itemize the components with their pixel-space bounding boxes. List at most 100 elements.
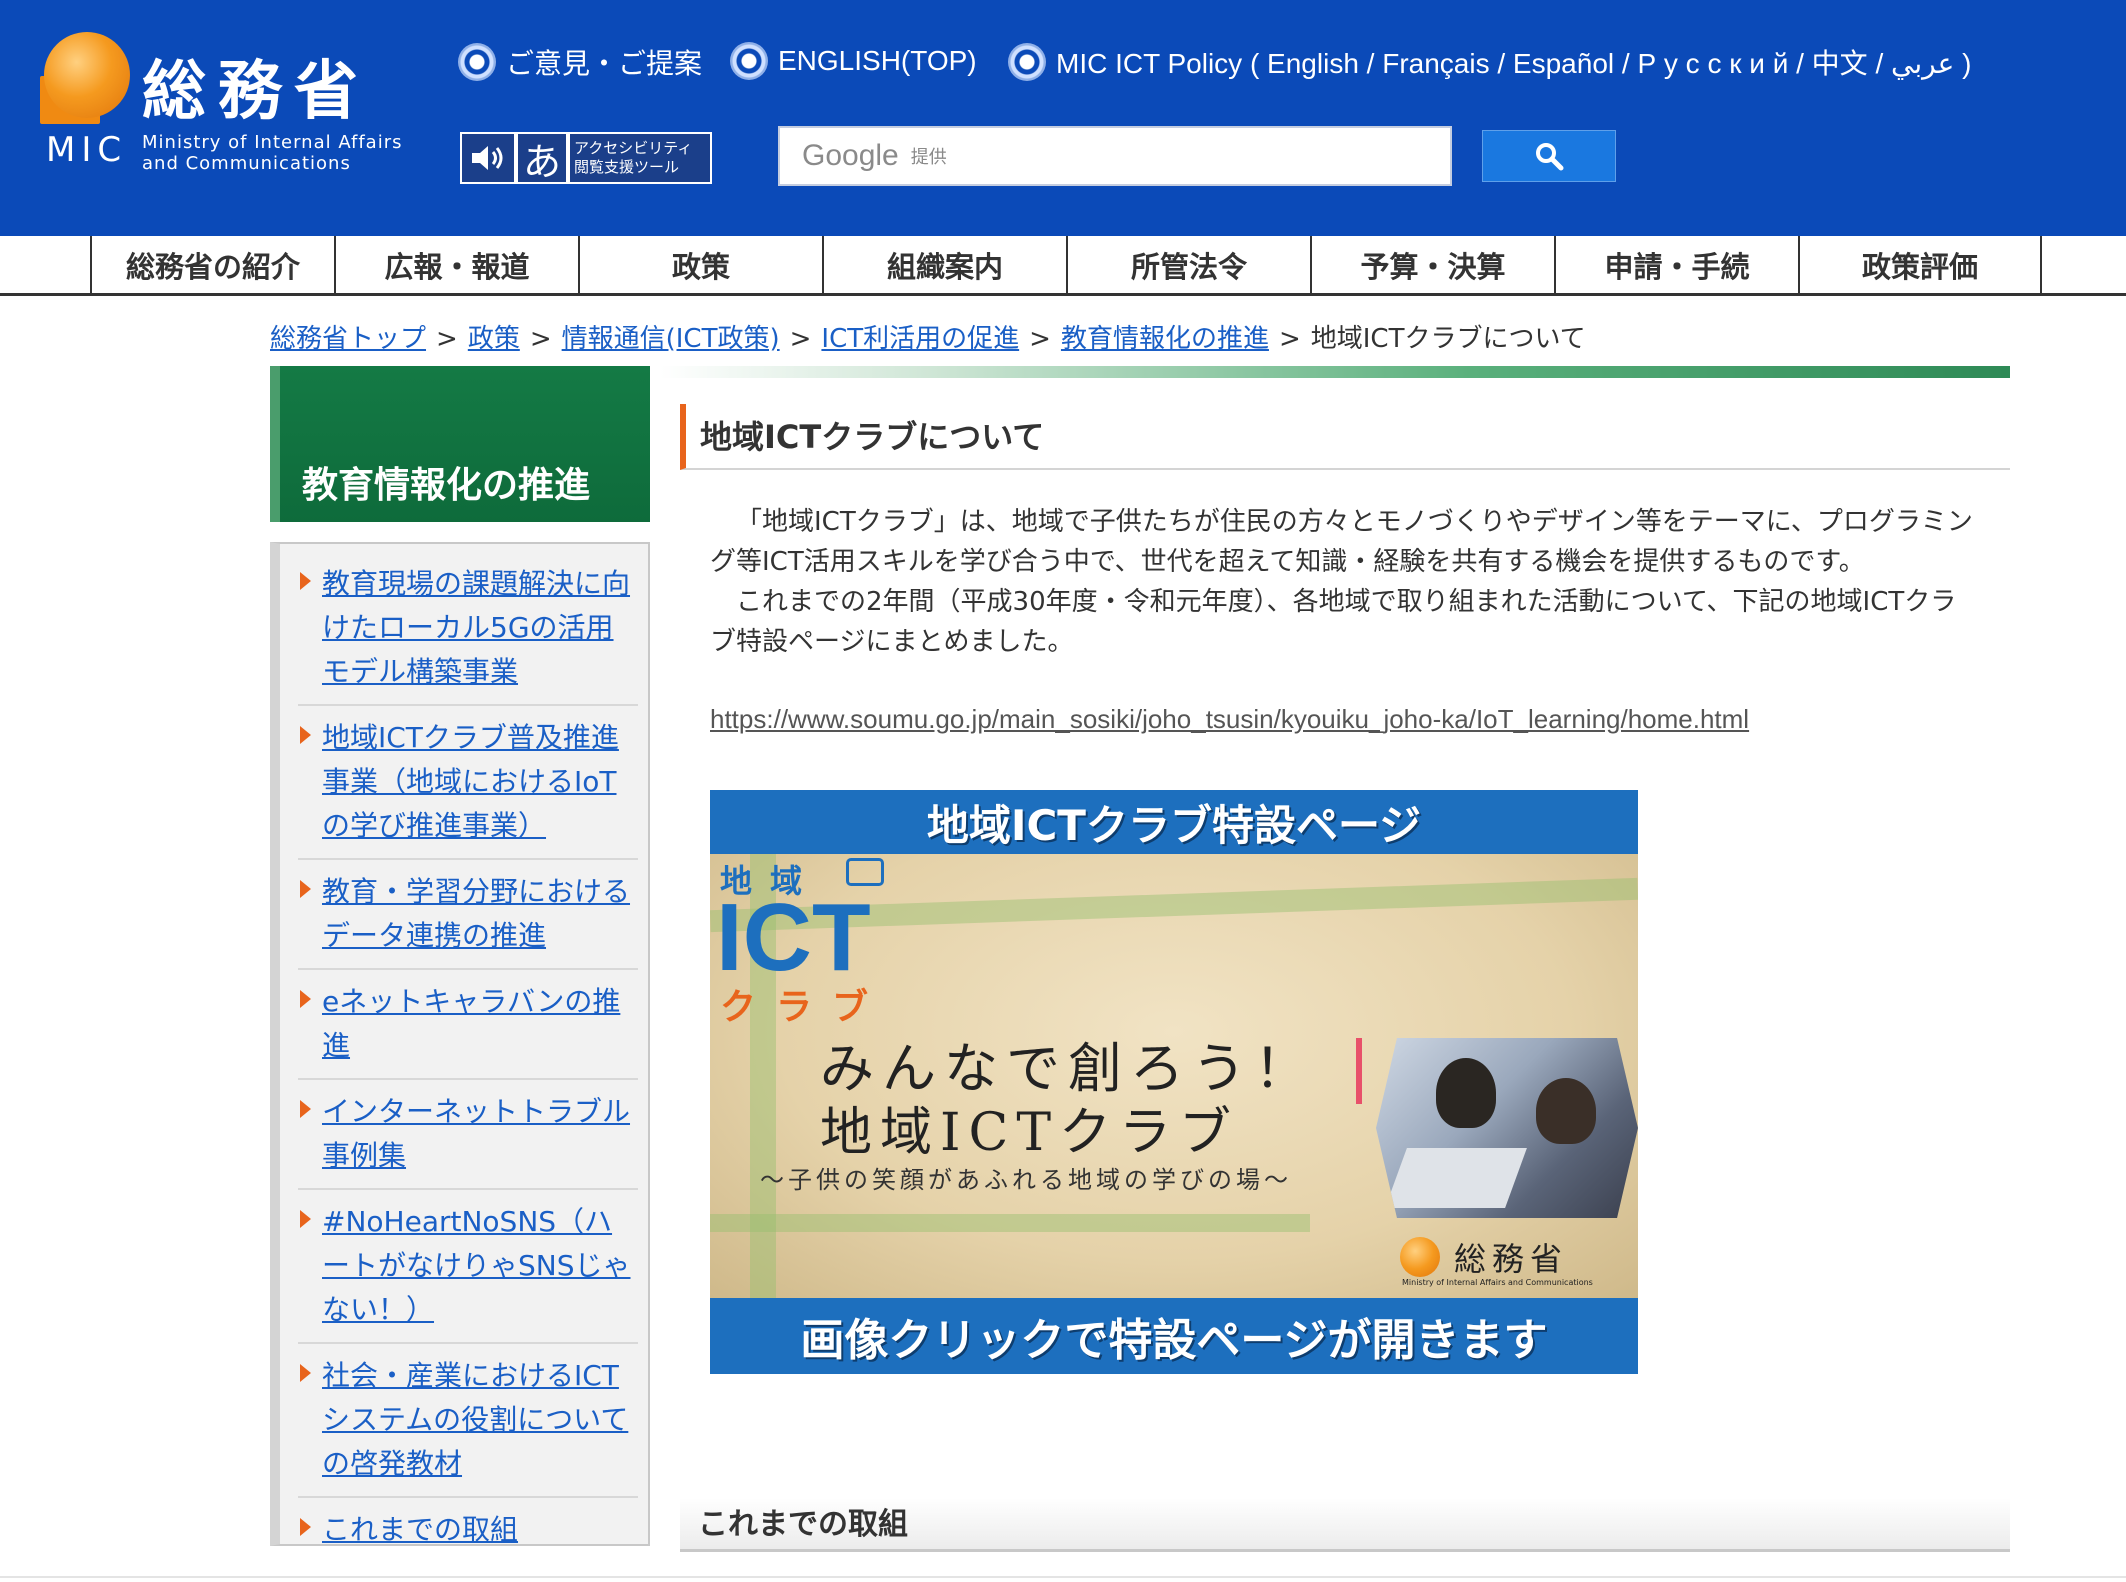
sidebar-item-e-net-caravan[interactable]: eネットキャラバンの推進 [322,980,638,1068]
sidebar-item: 社会・産業におけるICTシステムの役割についての啓発教材 [298,1344,638,1498]
triangle-right-icon [300,990,311,1008]
banner-logo-ict: ICT [716,884,871,991]
banner-logo-club: クラブ [720,987,889,1028]
gnav-item-press[interactable]: 広報・報道 [334,236,578,293]
sidebar-title-box: 教育情報化の推進 [270,366,650,522]
triangle-right-icon [300,572,311,590]
banner-headline-2: 地域ICTクラブ [820,1103,1240,1163]
logo-mark-circle-icon [44,32,130,118]
gnav-item-budget[interactable]: 予算・決算 [1310,236,1554,293]
banner-decor-stripe [710,1214,1310,1232]
search-brand: Google [802,139,899,172]
monitor-icon [846,858,884,886]
bullet-circle-icon [458,43,496,81]
gnav-item-policy[interactable]: 政策 [578,236,822,293]
search-button[interactable] [1482,130,1616,182]
accessibility-label: アクセシビリティ 閲覧支援ツール [568,134,710,182]
speaker-icon [462,134,514,182]
gnav-item-applications[interactable]: 申請・手続 [1554,236,1798,293]
divider [0,1576,2126,1578]
gnav-item-evaluation[interactable]: 政策評価 [1798,236,2042,293]
sidebar-item-local-5g[interactable]: 教育現場の課題解決に向けたローカル5Gの活用モデル構築事業 [322,562,638,694]
triangle-right-icon [300,726,311,744]
ict-policy-link[interactable]: MIC ICT Policy ( English / Français / Es… [1008,42,1971,82]
sidebar-menu: 教育現場の課題解決に向けたローカル5Gの活用モデル構築事業 地域ICTクラブ普及… [270,542,650,1546]
mic-logo-circle-icon [1400,1237,1440,1277]
ict-club-banner[interactable]: 地域ICTクラブ特設ページ 地域 ICT クラブ みんなで創ろう！ 地域ICTク… [710,790,1638,1374]
opinion-link-label: ご意見・ご提案 [506,48,703,79]
triangle-right-icon [300,1364,311,1382]
breadcrumb-current: 地域ICTクラブについて [1310,324,1586,354]
banner-mic-name: 総務省 [1454,1240,1569,1278]
gnav-item-organization[interactable]: 組織案内 [822,236,1066,293]
sidebar-title: 教育情報化の推進 [302,465,591,506]
breadcrumb-link-top[interactable]: 総務省トップ [270,324,426,354]
english-top-link[interactable]: ENGLISH(TOP) [730,42,977,80]
accessibility-a-glyph: あ [516,134,566,184]
accessibility-label-line1: アクセシビリティ [574,139,693,157]
special-page-link[interactable]: https://www.soumu.go.jp/main_sosiki/joho… [710,704,1749,735]
sidebar-item: これまでの取組 [298,1498,638,1562]
ict-policy-link-label: MIC ICT Policy ( English / Français / Es… [1056,48,1972,79]
sidebar-item: #NoHeartNoSNS（ハートがなけりゃSNSじゃない！） [298,1190,638,1344]
bullet-circle-icon [1008,43,1046,81]
photo-laptop [1385,1148,1527,1208]
sidebar-item-noheartnosns[interactable]: #NoHeartNoSNS（ハートがなけりゃSNSじゃない！） [322,1200,638,1332]
breadcrumb-separator: > [436,324,458,354]
sidebar-item: 教育現場の課題解決に向けたローカル5Gの活用モデル構築事業 [298,552,638,706]
banner-mic-english: Ministry of Internal Affairs and Communi… [1402,1278,1593,1287]
intro-paragraph-1: 「地域ICTクラブ」は、地域で子供たちが住民の方々とモノづくりやデザイン等をテー… [710,507,1973,577]
banner-mic-logo: 総務省 [1400,1234,1568,1280]
search-input[interactable]: Google 提供 [778,126,1452,186]
breadcrumb-separator: > [529,324,552,354]
breadcrumb-link-ict-use[interactable]: ICT利活用の促進 [821,324,1019,354]
sidebar-item-past-efforts[interactable]: これまでの取組 [322,1508,638,1552]
triangle-right-icon [300,1100,311,1118]
sidebar-item: 地域ICTクラブ普及推進事業（地域におけるIoTの学び推進事業） [298,706,638,860]
magnifier-icon [1536,143,1564,171]
logo-abbr: MIC [46,130,128,170]
triangle-right-icon [300,880,311,898]
breadcrumb: 総務省トップ > 政策 > 情報通信(ICT政策) > ICT利活用の促進 > 教育情報化の推進… [270,318,1586,355]
logo-kanji: 総務省 [142,54,370,129]
accessibility-label-line2: 閲覧支援ツール [574,158,680,176]
sidebar-item-internet-trouble[interactable]: インターネットトラブル事例集 [322,1090,638,1178]
global-nav: 総務省の紹介 広報・報道 政策 組織案内 所管法令 予算・決算 申請・手続 政策… [0,236,2126,296]
intro-paragraph-2: これまでの2年間（平成30年度・令和元年度）、各地域で取り組まれた活動について、… [710,587,1957,657]
intro-text: 「地域ICTクラブ」は、地域で子供たちが住民の方々とモノづくりやデザイン等をテー… [710,502,1980,662]
sidebar-item: 教育・学習分野におけるデータ連携の推進 [298,860,638,970]
accessibility-tool-button[interactable]: あ アクセシビリティ 閲覧支援ツール [458,130,714,186]
mic-logo[interactable]: 総務省 MIC Ministry of Internal Affairs and… [40,30,420,174]
breadcrumb-link-education[interactable]: 教育情報化の推進 [1061,324,1269,354]
banner-photo [1376,1038,1638,1218]
logo-english-line2: and Communications [142,153,351,174]
bullet-circle-icon [730,42,768,80]
title-accent-bar [660,366,2010,378]
breadcrumb-separator: > [789,324,812,354]
opinion-link[interactable]: ご意見・ご提案 [458,42,702,82]
breadcrumb-link-policy[interactable]: 政策 [468,324,520,354]
photo-person [1536,1078,1596,1144]
sidebar-item: eネットキャラバンの推進 [298,970,638,1080]
sidebar-item-ict-club[interactable]: 地域ICTクラブ普及推進事業（地域におけるIoTの学び推進事業） [322,716,638,848]
triangle-right-icon [300,1518,311,1536]
english-top-link-label: ENGLISH(TOP) [778,45,977,76]
banner-image: 地域 ICT クラブ みんなで創ろう！ 地域ICTクラブ ～子供の笑顔があふれる… [710,854,1638,1298]
banner-accent-bar [1356,1038,1362,1104]
sidebar-item: インターネットトラブル事例集 [298,1080,638,1190]
page-title: 地域ICTクラブについて [680,404,2010,470]
breadcrumb-separator: > [1278,324,1301,354]
sidebar-item-ict-system-materials[interactable]: 社会・産業におけるICTシステムの役割についての啓発教材 [322,1354,638,1486]
site-header: 総務省 MIC Ministry of Internal Affairs and… [0,0,2126,236]
photo-person [1436,1058,1496,1128]
breadcrumb-separator: > [1029,324,1051,354]
gnav-item-about[interactable]: 総務省の紹介 [90,236,334,293]
sidebar-item-data-linkage[interactable]: 教育・学習分野におけるデータ連携の推進 [322,870,638,958]
banner-subtitle: ～子供の笑顔があふれる地域の学びの場～ [760,1166,1292,1194]
logo-english: Ministry of Internal Affairs and Communi… [142,132,402,174]
triangle-right-icon [300,1210,311,1228]
gnav-item-laws[interactable]: 所管法令 [1066,236,1310,293]
search-brand-sub: 提供 [910,147,947,168]
section-heading-past-efforts: これまでの取組 [680,1498,2010,1552]
breadcrumb-link-ict[interactable]: 情報通信(ICT政策) [562,324,780,354]
